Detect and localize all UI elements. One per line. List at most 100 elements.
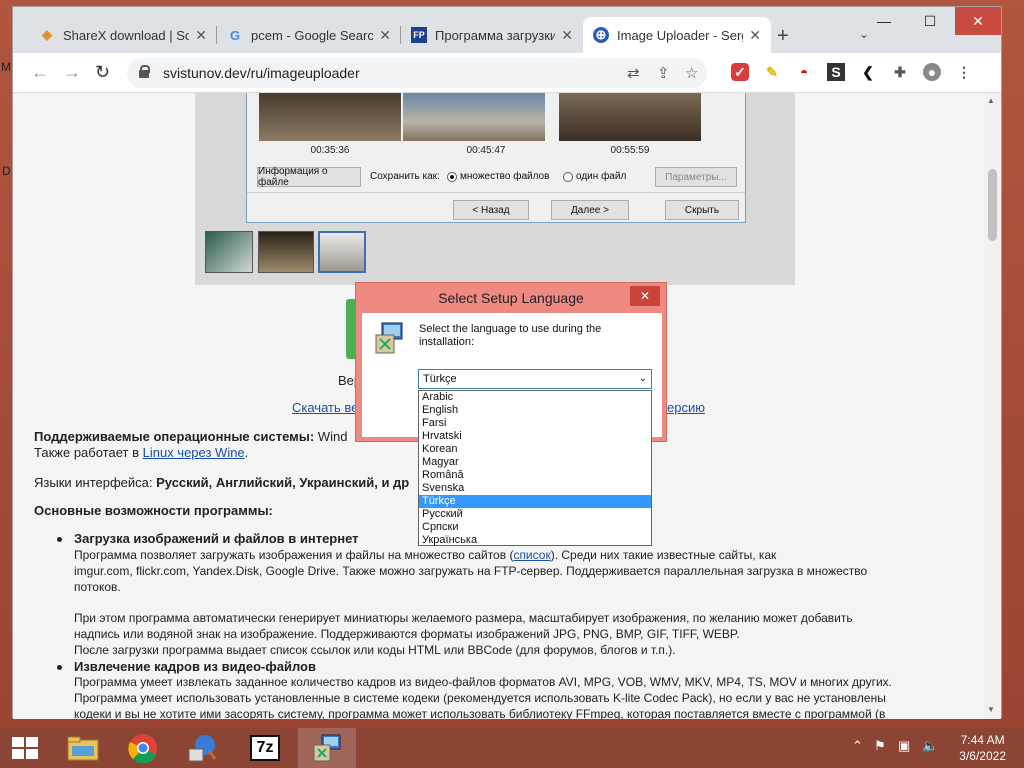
tab-label: ShareX download | Sou <box>63 27 190 43</box>
language-option[interactable]: Türkçe <box>419 495 651 508</box>
chevron-left-extension-icon[interactable]: ❮ <box>859 63 877 81</box>
page-scrollbar[interactable]: ▲ ▼ <box>984 93 1001 719</box>
feature-text: Программа позволяет загружать изображени… <box>74 548 777 562</box>
close-tab-icon[interactable]: ✕ <box>379 27 391 44</box>
back-arrow-icon[interactable]: ← <box>31 62 49 83</box>
gallery-thumbnail-selected[interactable] <box>318 231 366 273</box>
scroll-up-icon[interactable]: ▲ <box>987 96 995 105</box>
sites-list-link[interactable]: список <box>513 548 550 562</box>
language-option[interactable]: Română <box>419 469 651 482</box>
address-bar[interactable]: svistunov.dev/ru/imageuploader ⇄ ⇪ ☆ <box>127 58 707 88</box>
desktop-fragment: D <box>2 164 11 178</box>
tab-program[interactable]: FP Программа загрузки ✕ <box>401 17 583 53</box>
os-line: Поддерживаемые операционные системы: Win… <box>34 429 348 444</box>
share-icon[interactable]: ⇪ <box>657 64 670 82</box>
tab-strip: ◈ ShareX download | Sou ✕ G pcem - Googl… <box>13 7 1001 53</box>
frame-timestamp: 00:55:59 <box>610 145 650 156</box>
close-tab-icon[interactable]: ✕ <box>561 27 573 44</box>
action-center-flag-icon[interactable]: ⚑ <box>874 738 886 754</box>
language-option[interactable]: Korean <box>419 443 651 456</box>
language-dropdown-list: Arabic English Farsi Hrvatski Korean Magyar Ro… <box>418 390 652 546</box>
image-uploader-icon: ⊕ <box>593 27 609 43</box>
translate-icon[interactable]: ⇄ <box>627 64 640 82</box>
file-explorer-icon <box>67 736 99 761</box>
new-tab-button[interactable]: + <box>777 25 789 48</box>
show-hidden-icons-icon[interactable]: ⌃ <box>852 738 863 754</box>
file-explorer-taskbar-button[interactable] <box>54 728 112 768</box>
bookmark-star-icon[interactable]: ☆ <box>685 64 698 82</box>
dialog-close-button[interactable]: ✕ <box>630 286 660 306</box>
installer-icon <box>375 322 403 354</box>
7zip-taskbar-button[interactable]: 7z <box>236 728 294 768</box>
network-icon[interactable]: ▣ <box>898 738 910 754</box>
language-option[interactable]: Hrvatski <box>419 430 651 443</box>
tab-sharex[interactable]: ◈ ShareX download | Sou ✕ <box>29 17 217 53</box>
video-frame-thumb <box>259 93 401 141</box>
clock-time: 7:44 AM <box>960 733 1005 747</box>
language-option[interactable]: Farsi <box>419 417 651 430</box>
gallery-thumbnail[interactable] <box>258 231 314 273</box>
language-option[interactable]: Svenska <box>419 482 651 495</box>
download-link[interactable]: Скачать ве <box>292 400 358 415</box>
profile-avatar-icon[interactable]: ● <box>923 63 941 81</box>
s-extension-icon[interactable]: S <box>827 63 845 81</box>
language-option[interactable]: Magyar <box>419 456 651 469</box>
volume-muted-icon[interactable]: 🔈 <box>922 738 938 754</box>
feature-text: Программа умеет использовать установленн… <box>74 691 886 705</box>
feature-text: После загрузки программа выдает список с… <box>74 643 676 657</box>
language-select-value: Türkçe <box>423 373 457 385</box>
file-info-button: Информация о файле <box>257 166 361 188</box>
close-window-button[interactable]: ✕ <box>955 7 1001 35</box>
feature-text: imgur.com, flickr.com, Yandex.Disk, Goog… <box>74 564 868 578</box>
desktop-fragment: M <box>1 60 11 74</box>
chevron-down-icon[interactable]: ⌄ <box>639 373 647 384</box>
browser-toolbar: ← → ↻ svistunov.dev/ru/imageuploader ⇄ ⇪… <box>13 53 1001 93</box>
scrollbar-thumb[interactable] <box>988 169 997 241</box>
language-option[interactable]: Arabic <box>419 391 651 404</box>
control-panel-taskbar-button[interactable] <box>174 728 232 768</box>
control-panel-icon <box>188 735 217 762</box>
close-tab-icon[interactable]: ✕ <box>749 27 761 44</box>
language-option[interactable]: Русский <box>419 508 651 521</box>
tab-google[interactable]: G pcem - Google Search ✕ <box>217 17 401 53</box>
system-clock[interactable]: 7:44 AM 3/6/2022 <box>959 732 1006 764</box>
video-frame-thumb <box>403 93 545 141</box>
download-link-end[interactable]: ерсию <box>667 400 705 415</box>
sharex-icon: ◈ <box>42 27 52 42</box>
language-option[interactable]: English <box>419 404 651 417</box>
frame-timestamp: 00:35:36 <box>310 145 350 156</box>
language-option[interactable]: Српски <box>419 521 651 534</box>
close-tab-icon[interactable]: ✕ <box>195 27 207 44</box>
radio-single-file: один файл <box>563 171 626 182</box>
lock-icon <box>139 65 150 78</box>
screenshot-app-window: 00:35:36 00:45:47 00:55:59 Информация о … <box>246 93 746 223</box>
menu-kebab-icon[interactable]: ⋮ <box>955 63 973 81</box>
chrome-icon <box>128 734 157 763</box>
feature-text: потоков. <box>74 580 121 594</box>
url-text: svistunov.dev/ru/imageuploader <box>163 65 360 81</box>
language-select[interactable]: Türkçe ⌄ <box>418 369 652 389</box>
maximize-button[interactable]: ☐ <box>913 7 947 35</box>
pencil-extension-icon[interactable]: ✎ <box>763 63 781 81</box>
next-button: Далее > <box>551 200 629 220</box>
ghost-extension-icon[interactable]: ◓ <box>795 63 813 81</box>
start-button[interactable] <box>12 737 38 759</box>
reload-icon[interactable]: ↻ <box>95 62 110 83</box>
shield-extension-icon[interactable]: ✓ <box>731 63 749 81</box>
feature-text: кодеки и вы не хотите ими засорять систе… <box>74 707 886 719</box>
language-option[interactable]: Українська <box>419 534 651 547</box>
clock-date: 3/6/2022 <box>959 749 1006 763</box>
list-bullet <box>57 665 62 670</box>
chrome-taskbar-button[interactable] <box>114 728 172 768</box>
scroll-down-icon[interactable]: ▼ <box>987 705 995 714</box>
feature-text: Программа умеет извлекать заданное колич… <box>74 675 892 689</box>
gallery-thumbnail[interactable] <box>205 231 253 273</box>
dialog-title: Select Setup Language <box>438 290 584 306</box>
tab-image-uploader[interactable]: ⊕ Image Uploader - Serg ✕ <box>583 17 771 53</box>
linux-wine-link[interactable]: Linux через Wine <box>143 445 245 460</box>
forward-arrow-icon[interactable]: → <box>63 62 81 83</box>
tab-label: Программа загрузки <box>435 27 556 43</box>
minimize-button[interactable]: — <box>867 7 901 35</box>
setup-taskbar-button[interactable] <box>298 728 356 768</box>
extensions-puzzle-icon[interactable]: ✚ <box>891 63 909 81</box>
